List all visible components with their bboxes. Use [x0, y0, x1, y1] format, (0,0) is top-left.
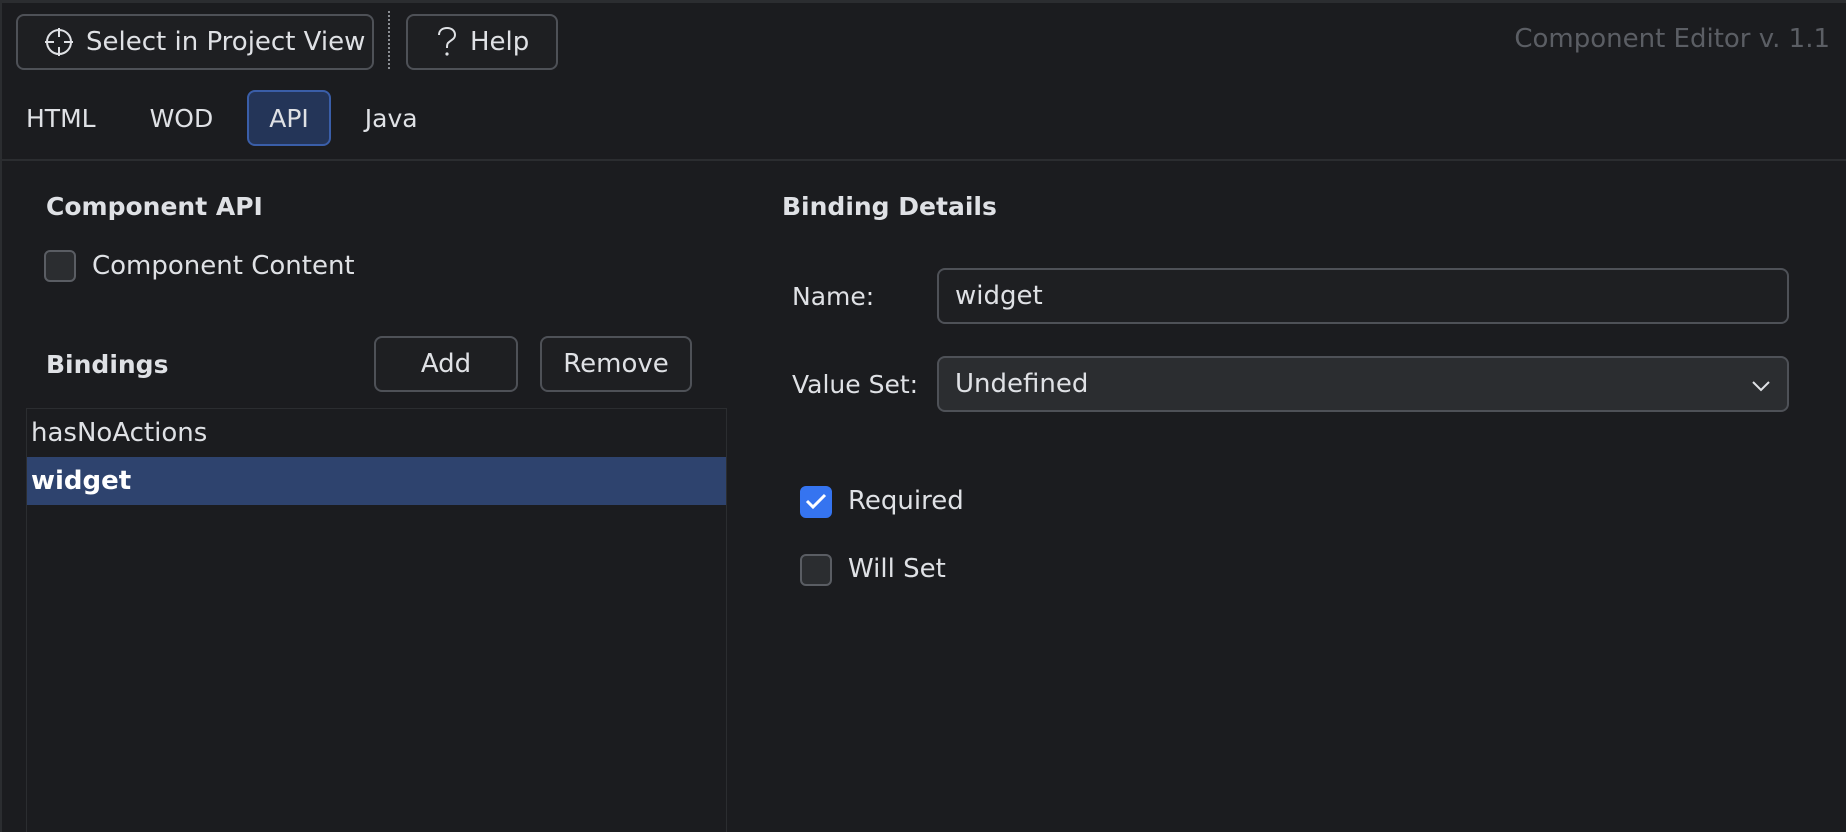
binding-item-widget[interactable]: widget	[27, 457, 726, 505]
chevron-down-icon	[1751, 369, 1771, 399]
toolbar-separator	[388, 11, 390, 69]
toolbar: Select in Project View Help	[16, 11, 558, 70]
will-set-label: Will Set	[848, 554, 946, 584]
component-content-label: Component Content	[92, 251, 355, 281]
tabs-divider	[0, 159, 1846, 161]
tab-api[interactable]: API	[247, 90, 331, 146]
window-left-border	[0, 0, 2, 832]
name-input[interactable]	[937, 268, 1789, 324]
bindings-title: Bindings	[46, 350, 169, 379]
binding-details-title: Binding Details	[782, 192, 997, 221]
remove-binding-button[interactable]: Remove	[540, 336, 692, 392]
select-in-project-view-label: Select in Project View	[86, 26, 366, 57]
bindings-list: hasNoActions widget	[26, 408, 727, 832]
component-content-checkbox[interactable]	[44, 250, 76, 282]
help-label: Help	[470, 26, 530, 57]
question-icon	[436, 26, 458, 58]
binding-item-hasnoactions[interactable]: hasNoActions	[27, 409, 726, 457]
value-set-label: Value Set:	[792, 370, 919, 399]
will-set-checkbox[interactable]	[800, 554, 832, 586]
tab-html[interactable]: HTML	[6, 90, 116, 146]
crosshair-icon	[44, 27, 74, 57]
tab-java[interactable]: Java	[345, 90, 438, 146]
select-in-project-view-button[interactable]: Select in Project View	[16, 13, 374, 70]
required-label: Required	[848, 486, 964, 516]
name-field-label: Name:	[792, 282, 875, 311]
component-api-title: Component API	[46, 192, 263, 221]
required-checkbox[interactable]	[800, 486, 832, 518]
value-set-selected: Undefined	[955, 369, 1089, 399]
help-button[interactable]: Help	[406, 13, 558, 70]
checkmark-icon	[805, 487, 827, 517]
value-set-select[interactable]: Undefined	[937, 356, 1789, 412]
editor-tabs: HTML WOD API Java	[6, 90, 452, 146]
add-binding-button[interactable]: Add	[374, 336, 518, 392]
version-label: Component Editor v. 1.1	[1514, 24, 1830, 54]
window-top-border	[0, 0, 1846, 3]
tab-wod[interactable]: WOD	[130, 90, 234, 146]
